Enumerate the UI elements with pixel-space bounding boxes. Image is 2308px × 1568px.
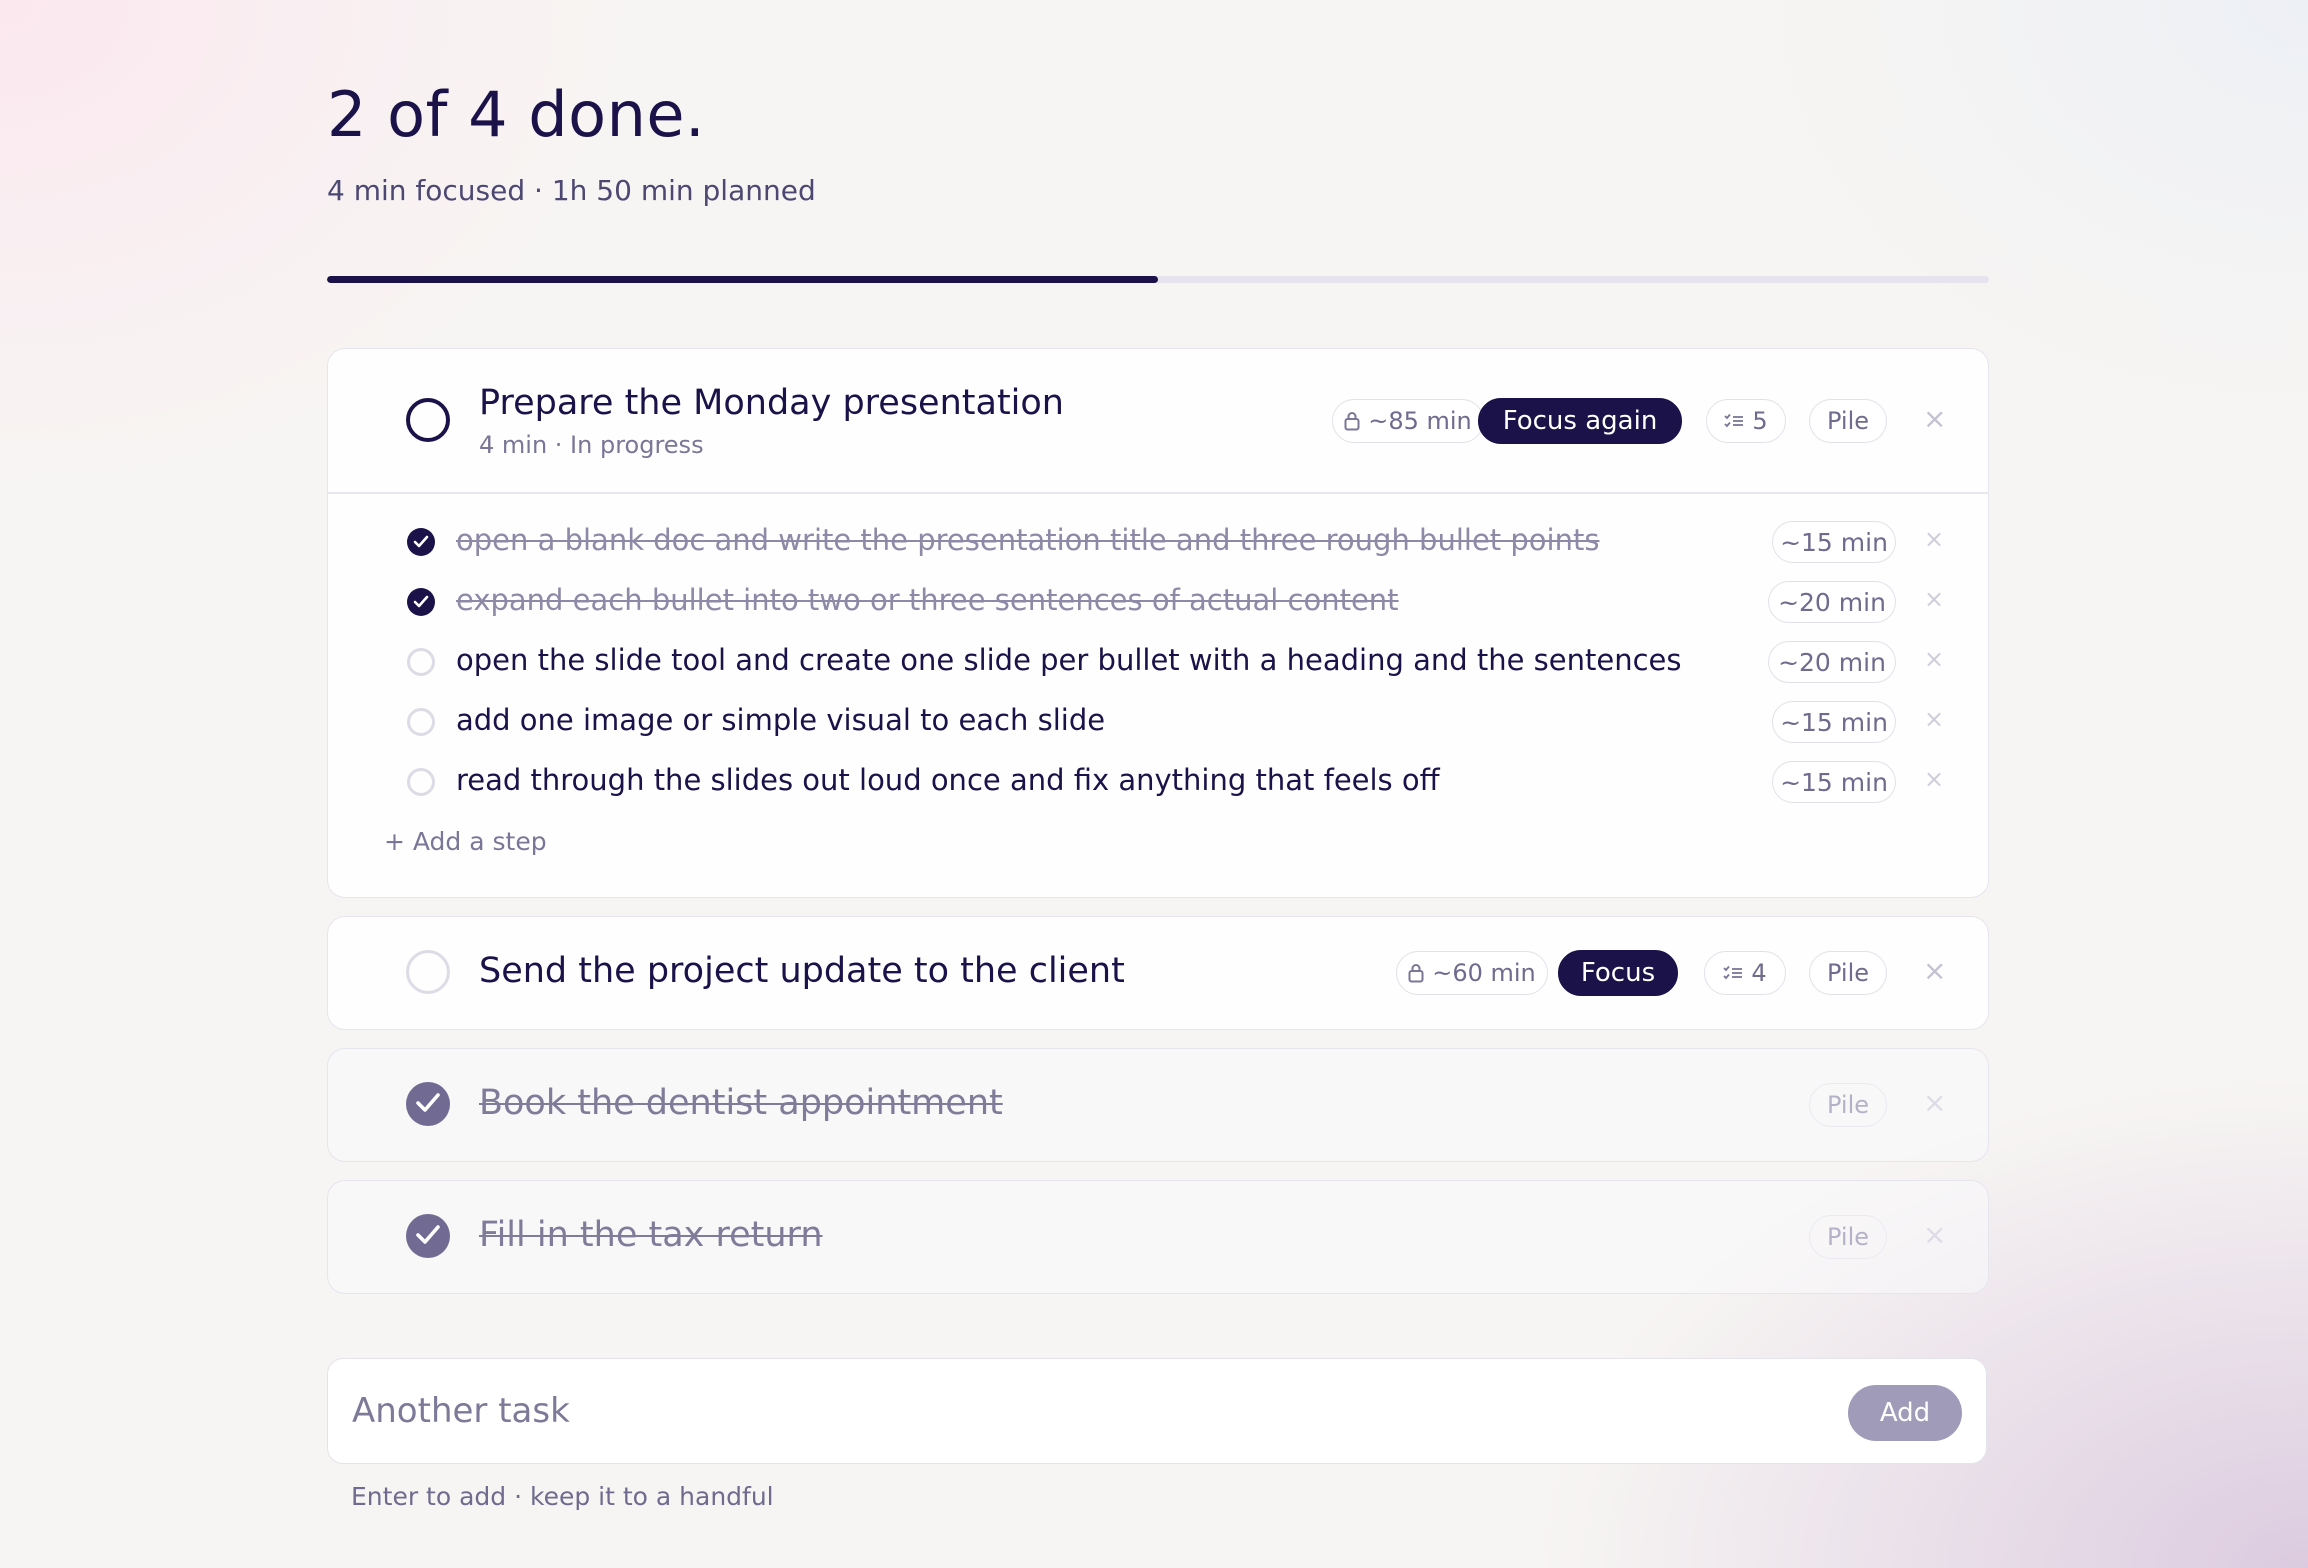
step-checkbox[interactable] (407, 768, 435, 796)
page-title: 2 of 4 done. (327, 78, 706, 151)
divider (328, 492, 1988, 494)
new-task-input[interactable] (350, 1377, 1654, 1445)
add-task-button[interactable]: Add (1848, 1385, 1962, 1441)
new-task-composer: Add (327, 1358, 1987, 1464)
task-title[interactable]: Send the project update to the client (479, 951, 1125, 991)
step-text[interactable]: add one image or simple visual to each s… (456, 703, 1105, 737)
steps-count-badge[interactable]: 5 (1706, 399, 1786, 443)
pile-button[interactable]: Pile (1809, 951, 1887, 995)
step-estimate[interactable]: ~15 min (1772, 761, 1896, 803)
task-title[interactable]: Fill in the tax return (479, 1215, 823, 1255)
step-checkbox[interactable] (407, 708, 435, 736)
close-icon[interactable]: × (1923, 1221, 1946, 1249)
close-icon[interactable]: × (1923, 405, 1946, 433)
lock-icon (1344, 411, 1360, 431)
time-summary: 4 min focused · 1h 50 min planned (327, 174, 816, 207)
task-status: 4 min · In progress (479, 431, 704, 459)
lock-icon (1408, 963, 1424, 983)
step-estimate[interactable]: ~20 min (1768, 581, 1896, 623)
check-icon (416, 1093, 440, 1112)
close-icon[interactable]: × (1924, 525, 1944, 553)
task-title[interactable]: Prepare the Monday presentation (479, 383, 1064, 423)
task-card: Prepare the Monday presentation 4 min · … (327, 348, 1989, 898)
step-estimate[interactable]: ~15 min (1772, 701, 1896, 743)
estimate-label: ~85 min (1368, 407, 1472, 435)
close-icon[interactable]: × (1924, 585, 1944, 613)
close-icon[interactable]: × (1924, 645, 1944, 673)
task-complete-toggle[interactable] (406, 1082, 450, 1126)
step-estimate[interactable]: ~15 min (1772, 521, 1896, 563)
check-icon (413, 595, 429, 608)
steps-count: 4 (1751, 959, 1767, 987)
pile-button[interactable]: Pile (1809, 1083, 1887, 1127)
step-text[interactable]: expand each bullet into two or three sen… (456, 583, 1399, 617)
step-text[interactable]: read through the slides out loud once an… (456, 763, 1440, 797)
check-icon (416, 1225, 440, 1244)
pile-button[interactable]: Pile (1809, 399, 1887, 443)
steps-count: 5 (1752, 407, 1768, 435)
checklist-icon (1723, 965, 1743, 981)
composer-hint: Enter to add · keep it to a handful (351, 1482, 774, 1511)
close-icon[interactable]: × (1924, 765, 1944, 793)
task-card: Send the project update to the client ~6… (327, 916, 1989, 1030)
task-complete-toggle[interactable] (406, 1214, 450, 1258)
step-text[interactable]: open the slide tool and create one slide… (456, 643, 1681, 677)
close-icon[interactable]: × (1923, 1089, 1946, 1117)
task-card: Fill in the tax return Pile × (327, 1180, 1989, 1294)
checklist-icon (1724, 413, 1744, 429)
task-complete-toggle[interactable] (406, 398, 450, 442)
close-icon[interactable]: × (1923, 957, 1946, 985)
progress-bar-fill (327, 276, 1158, 283)
close-icon[interactable]: × (1924, 705, 1944, 733)
step-checkbox[interactable] (407, 528, 435, 556)
progress-bar (327, 276, 1989, 283)
focus-again-button[interactable]: Focus again (1478, 398, 1682, 444)
step-checkbox[interactable] (407, 588, 435, 616)
step-checkbox[interactable] (407, 648, 435, 676)
task-card: Book the dentist appointment Pile × (327, 1048, 1989, 1162)
pile-button[interactable]: Pile (1809, 1215, 1887, 1259)
estimate-badge[interactable]: ~85 min (1332, 399, 1484, 443)
task-complete-toggle[interactable] (406, 950, 450, 994)
estimate-label: ~60 min (1432, 959, 1536, 987)
estimate-badge[interactable]: ~60 min (1396, 951, 1548, 995)
step-estimate[interactable]: ~20 min (1768, 641, 1896, 683)
check-icon (413, 535, 429, 548)
add-step-button[interactable]: + Add a step (384, 827, 547, 856)
step-text[interactable]: open a blank doc and write the presentat… (456, 523, 1599, 557)
steps-count-badge[interactable]: 4 (1704, 951, 1786, 995)
focus-button[interactable]: Focus (1558, 950, 1678, 996)
task-title[interactable]: Book the dentist appointment (479, 1083, 1003, 1123)
